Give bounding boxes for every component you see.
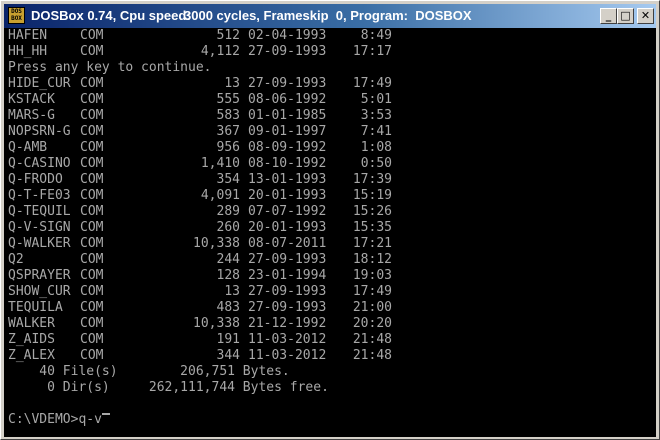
cpu-speed-status: 3000 cycles, Frameskip 0, Program: DOSBO… [184, 8, 472, 23]
file-time: 15:35 [352, 220, 392, 235]
file-time: 3:53 [360, 108, 392, 123]
dir-row: Q-TEQUIL COM 289 07-07-1992 15:26 [8, 204, 392, 220]
dosbox-app-icon[interactable]: DOS BOX [8, 7, 25, 24]
file-time: 15:26 [352, 204, 392, 219]
dos-console[interactable]: HAFEN COM 512 02-04-1993 8:49 HH_HH COM 4,112 27… [4, 28, 656, 437]
dir-row: Q2 COM 244 27-09-1993 18:12 [8, 252, 392, 268]
command-prompt[interactable]: C:\VDEMO>q-v [8, 412, 110, 428]
file-time: 21:00 [352, 300, 392, 315]
dir-row: Q-CASINO COM 1,410 08-10-1992 0:50 [8, 156, 392, 172]
dir-row: Q-WALKER COM 10,338 08-07-2011 17:21 [8, 236, 392, 252]
dir-row: MARS-G COM 583 01-01-1985 3:53 [8, 108, 392, 124]
dosbox-window: DOS BOX DOSBox 0.74, Cpu speed: 3000 cyc… [0, 0, 660, 440]
minimize-button[interactable]: _ [600, 8, 617, 24]
text-cursor [101, 413, 110, 415]
dir-row: QSPRAYER COM 128 23-01-1994 19:03 [8, 268, 392, 284]
dir-row: WALKER COM 10,338 21-12-1992 20:20 [8, 316, 392, 332]
file-time: 7:41 [360, 124, 392, 139]
dir-row: KSTACK COM 555 08-06-1992 5:01 [8, 92, 392, 108]
dir-row: Q-V-SIGN COM 260 20-01-1993 15:35 [8, 220, 392, 236]
file-time: 17:49 [352, 284, 392, 299]
maximize-button[interactable]: □ [617, 8, 634, 24]
file-time: 17:49 [352, 76, 392, 91]
dir-row: TEQUILA COM 483 27-09-1993 21:00 [8, 300, 392, 316]
file-time: 21:48 [352, 348, 392, 363]
dir-row: Z_AIDS COM 191 11-03-2012 21:48 [8, 332, 392, 348]
dir-row: NOPSRN-G COM 367 09-01-1997 7:41 [8, 124, 392, 140]
dir-summary: 40 File(s) 206,751 Bytes. [8, 364, 290, 379]
dir-row: Z_ALEX COM 344 11-03-2012 21:48 [8, 348, 392, 364]
title-bar[interactable]: DOS BOX DOSBox 0.74, Cpu speed: 3000 cyc… [4, 4, 656, 28]
dir-row: HAFEN COM 512 02-04-1993 8:49 [8, 28, 392, 44]
dir-row: Q-FRODO COM 354 13-01-1993 17:39 [8, 172, 392, 188]
file-time: 5:01 [360, 92, 392, 107]
file-time: 17:17 [352, 44, 392, 59]
file-time: 21:48 [352, 332, 392, 347]
console-message: Press any key to continue. [8, 60, 212, 75]
file-time: 1:08 [360, 140, 392, 155]
file-time: 19:03 [352, 268, 392, 283]
close-button[interactable]: ✕ [637, 8, 654, 24]
file-time: 8:49 [360, 28, 392, 43]
file-time: 18:12 [352, 252, 392, 267]
dir-row: Q-T-FE03 COM 4,091 20-01-1993 15:19 [8, 188, 392, 204]
file-time: 17:39 [352, 172, 392, 187]
prompt-text: C:\VDEMO>q-v [8, 412, 102, 427]
file-time: 17:21 [352, 236, 392, 251]
file-time: 0:50 [360, 156, 392, 171]
file-time: 15:19 [352, 188, 392, 203]
dir-summary: 0 Dir(s) 262,111,744 Bytes free. [8, 380, 329, 395]
dir-row: Q-AMB COM 956 08-09-1992 1:08 [8, 140, 392, 156]
dir-row: HIDE_CUR COM 13 27-09-1993 17:49 [8, 76, 392, 92]
window-title: DOSBox 0.74, Cpu speed: [31, 8, 191, 23]
dir-row: SHOW_CUR COM 13 27-09-1993 17:49 [8, 284, 392, 300]
file-time: 20:20 [352, 316, 392, 331]
dir-row: HH_HH COM 4,112 27-09-1993 17:17 [8, 44, 392, 60]
